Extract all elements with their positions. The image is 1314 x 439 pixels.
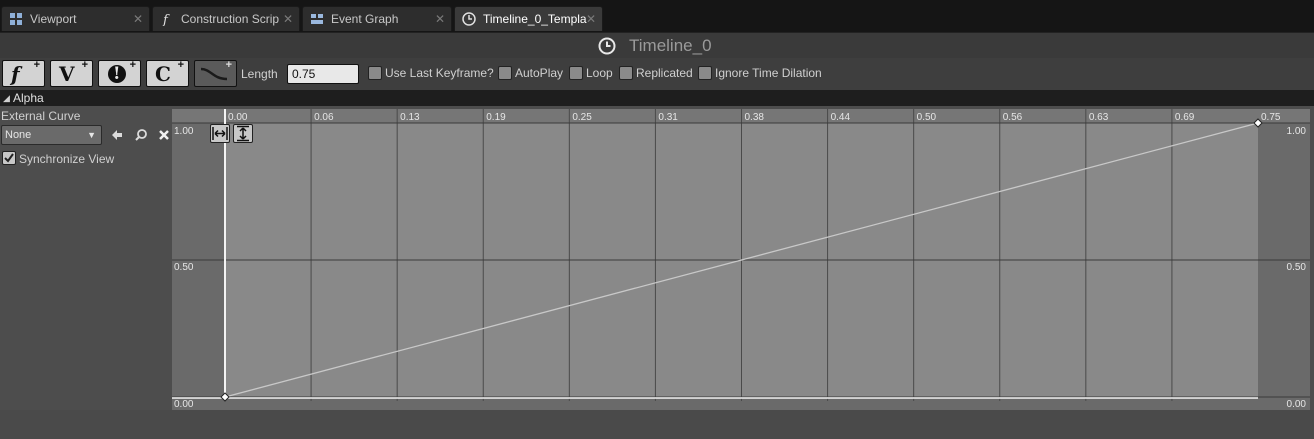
clear-icon[interactable] bbox=[157, 128, 171, 142]
tab-event-graph[interactable]: Event Graph ✕ bbox=[302, 6, 452, 31]
plus-icon: + bbox=[225, 59, 232, 71]
page-title: Timeline_0 bbox=[629, 36, 712, 55]
tab-label: Event Graph bbox=[331, 12, 399, 26]
function-icon: f bbox=[162, 13, 170, 26]
tab-label: Viewport bbox=[30, 12, 77, 26]
curve-graph[interactable]: 0.00 0.06 0.13 0.19 0.25 0.31 0.38 0.44 0.50 0.56… bbox=[172, 109, 1310, 410]
float-track-icon: f bbox=[11, 62, 20, 86]
length-label: Length bbox=[241, 67, 278, 81]
timeline-toolbar: f + V + ! + C + + Length Use Last Keyfra… bbox=[0, 58, 1314, 90]
x-tick-label: 0.00 bbox=[228, 112, 248, 123]
use-selected-asset-icon[interactable] bbox=[110, 128, 124, 142]
loop-checkbox[interactable] bbox=[569, 66, 583, 80]
y-axis-label-left: 1.00 bbox=[174, 126, 194, 137]
track-header[interactable]: ◢ Alpha bbox=[0, 90, 1314, 106]
plus-icon: + bbox=[129, 59, 136, 71]
event-graph-icon bbox=[311, 14, 323, 24]
zoom-to-fit-horizontal-button[interactable] bbox=[210, 124, 230, 143]
synchronize-view-checkbox[interactable] bbox=[2, 151, 16, 165]
tab-timeline[interactable]: Timeline_0_Templa ✕ bbox=[454, 6, 603, 31]
color-track-icon: C bbox=[155, 62, 171, 86]
tab-construction-script[interactable]: f Construction Scrip ✕ bbox=[152, 6, 300, 31]
tab-label: Construction Scrip bbox=[181, 12, 280, 26]
y-axis-label-left: 0.50 bbox=[174, 262, 194, 273]
x-tick-label: 0.38 bbox=[745, 112, 765, 123]
synchronize-view-label: Synchronize View bbox=[19, 152, 115, 166]
y-axis-label-right: 0.50 bbox=[1287, 262, 1307, 273]
x-tick-label: 0.25 bbox=[572, 112, 592, 123]
y-axis-label-left: 0.00 bbox=[174, 399, 194, 410]
autoplay-checkbox[interactable] bbox=[498, 66, 512, 80]
loop-label: Loop bbox=[586, 66, 613, 80]
collapse-arrow-icon[interactable]: ◢ bbox=[3, 93, 10, 104]
timeline-title-bar: Timeline_0 bbox=[0, 32, 1314, 58]
add-event-track-button[interactable]: ! + bbox=[98, 59, 141, 87]
viewport-icon bbox=[10, 13, 22, 25]
x-tick-label: 0.50 bbox=[917, 112, 937, 123]
fit-vertical-icon bbox=[237, 125, 249, 142]
use-last-keyframe-label: Use Last Keyframe? bbox=[385, 66, 494, 80]
x-tick-label: 0.75 bbox=[1261, 112, 1281, 123]
external-curve-label: External Curve bbox=[1, 109, 81, 123]
event-track-glyph: ! bbox=[113, 64, 121, 84]
use-last-keyframe-checkbox[interactable] bbox=[368, 66, 382, 80]
autoplay-label: AutoPlay bbox=[515, 66, 564, 80]
x-tick-label: 0.69 bbox=[1175, 112, 1195, 123]
clock-icon bbox=[598, 37, 616, 55]
check-icon bbox=[4, 153, 14, 163]
bottom-area bbox=[0, 410, 1314, 439]
clock-icon bbox=[462, 12, 476, 26]
x-tick-label: 0.56 bbox=[1003, 112, 1023, 123]
x-tick-label: 0.44 bbox=[831, 112, 851, 123]
svg-text:f: f bbox=[162, 13, 170, 26]
ignore-time-dilation-checkbox[interactable] bbox=[698, 66, 712, 80]
zoom-to-fit-vertical-button[interactable] bbox=[233, 124, 253, 143]
chevron-down-icon: ▼ bbox=[87, 130, 96, 140]
add-curve-asset-button[interactable]: + bbox=[194, 59, 237, 87]
curve-icon bbox=[200, 67, 228, 81]
add-float-track-button[interactable]: f + bbox=[2, 59, 45, 87]
plus-icon: + bbox=[33, 59, 40, 71]
external-curve-dropdown[interactable]: None ▼ bbox=[1, 125, 102, 145]
tab-bar: Viewport ✕ f Construction Scrip ✕ Event … bbox=[0, 0, 1314, 32]
close-icon[interactable]: ✕ bbox=[133, 7, 143, 31]
close-icon[interactable]: ✕ bbox=[435, 7, 445, 31]
external-curve-value: None bbox=[5, 129, 32, 141]
length-input[interactable] bbox=[287, 64, 359, 84]
x-tick-label: 0.06 bbox=[314, 112, 334, 123]
x-tick-label: 0.63 bbox=[1089, 112, 1109, 123]
curve-graph-canvas[interactable]: 0.00 0.06 0.13 0.19 0.25 0.31 0.38 0.44 0.50 0.56… bbox=[172, 109, 1310, 410]
ignore-time-dilation-label: Ignore Time Dilation bbox=[715, 66, 822, 80]
add-vector-track-button[interactable]: V + bbox=[50, 59, 93, 87]
fit-horizontal-icon bbox=[212, 127, 228, 140]
plus-icon: + bbox=[177, 59, 184, 71]
replicated-label: Replicated bbox=[636, 66, 693, 80]
plus-icon: + bbox=[81, 59, 88, 71]
search-icon[interactable] bbox=[134, 128, 148, 142]
track-name: Alpha bbox=[13, 91, 44, 105]
x-tick-label: 0.31 bbox=[658, 112, 678, 123]
add-color-track-button[interactable]: C + bbox=[146, 59, 189, 87]
tab-viewport[interactable]: Viewport ✕ bbox=[1, 6, 150, 31]
close-icon[interactable]: ✕ bbox=[586, 7, 596, 31]
y-axis-label-right: 1.00 bbox=[1287, 126, 1307, 137]
close-icon[interactable]: ✕ bbox=[283, 7, 293, 31]
vector-track-icon: V bbox=[59, 62, 75, 86]
tab-label: Timeline_0_Templa bbox=[483, 12, 587, 26]
x-tick-label: 0.19 bbox=[486, 112, 506, 123]
y-axis-label-right: 0.00 bbox=[1287, 399, 1307, 410]
x-tick-label: 0.13 bbox=[400, 112, 420, 123]
replicated-checkbox[interactable] bbox=[619, 66, 633, 80]
